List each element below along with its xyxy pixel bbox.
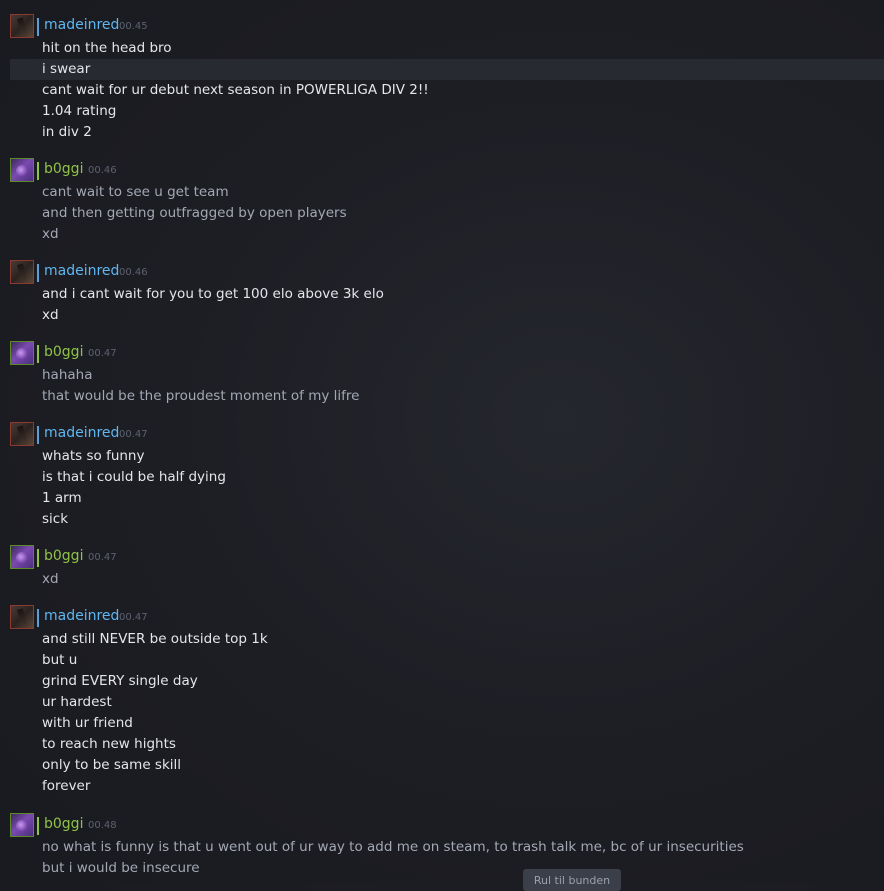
avatar[interactable]	[10, 422, 34, 446]
status-indicator	[37, 264, 39, 282]
message-timestamp: 00.47	[88, 552, 117, 563]
chat-message: 1 arm	[0, 488, 884, 509]
chat-message: whats so funny	[0, 446, 884, 467]
message-timestamp: 00.47	[119, 612, 148, 623]
message-text: in div 2	[42, 124, 92, 140]
sender-name[interactable]: b0ggi	[44, 815, 83, 833]
sender-name[interactable]: madeinred	[44, 262, 119, 280]
sender-name[interactable]: b0ggi	[44, 547, 83, 565]
message-timestamp: 00.46	[119, 267, 148, 278]
message-text: i swear	[42, 61, 91, 77]
chat-message: ur hardest	[0, 692, 884, 713]
message-text: only to be same skill	[42, 757, 182, 773]
message-text: forever	[42, 778, 91, 794]
message-text: and then getting outfragged by open play…	[42, 205, 347, 221]
sender-name[interactable]: madeinred	[44, 607, 119, 625]
chat-message: and then getting outfragged by open play…	[0, 203, 884, 224]
status-indicator	[37, 426, 39, 444]
chat-message: to reach new hights	[0, 734, 884, 755]
chat-message: but i would be insecure	[0, 858, 884, 879]
message-timestamp: 00.47	[88, 348, 117, 359]
sender-name[interactable]: madeinred	[44, 16, 119, 34]
message-text: and i cant wait for you to get 100 elo a…	[42, 286, 384, 302]
scroll-to-bottom-button[interactable]: Rul til bunden	[523, 869, 621, 891]
chat-message: that would be the proudest moment of my …	[0, 386, 884, 407]
chat-message: with ur friend	[0, 713, 884, 734]
chat-message: forever	[0, 776, 884, 797]
message-text: that would be the proudest moment of my …	[42, 388, 360, 404]
message-text: xd	[42, 571, 59, 587]
message-text: xd	[42, 226, 59, 242]
chat-message: and i cant wait for you to get 100 elo a…	[0, 284, 884, 305]
chat-message: xd	[0, 224, 884, 245]
chat-message: xd	[0, 569, 884, 590]
chat-message: sick	[0, 509, 884, 530]
message-text: grind EVERY single day	[42, 673, 198, 689]
message-text: is that i could be half dying	[42, 469, 226, 485]
message-text: cant wait for ur debut next season in PO…	[42, 82, 429, 98]
chat-message: hit on the head bro	[0, 38, 884, 59]
sender-name[interactable]: madeinred	[44, 424, 119, 442]
message-text: ur hardest	[42, 694, 112, 710]
chat-message: in div 2	[0, 122, 884, 143]
message-text: and still NEVER be outside top 1k	[42, 631, 268, 647]
chat-message: and still NEVER be outside top 1k	[0, 629, 884, 650]
avatar[interactable]	[10, 605, 34, 629]
message-text: xd	[42, 307, 59, 323]
message-text: with ur friend	[42, 715, 133, 731]
sender-name[interactable]: b0ggi	[44, 343, 83, 361]
status-indicator	[37, 817, 39, 835]
status-indicator	[37, 549, 39, 567]
chat-message: cant wait for ur debut next season in PO…	[0, 80, 884, 101]
chat-message: xd	[0, 305, 884, 326]
status-indicator	[37, 162, 39, 180]
sender-name[interactable]: b0ggi	[44, 160, 83, 178]
avatar[interactable]	[10, 813, 34, 837]
chat-message: no what is funny is that u went out of u…	[0, 837, 884, 858]
chat-message: only to be same skill	[0, 755, 884, 776]
message-text: to reach new hights	[42, 736, 176, 752]
status-indicator	[37, 345, 39, 363]
message-text: sick	[42, 511, 69, 527]
chat-message: is that i could be half dying	[0, 467, 884, 488]
message-timestamp: 00.48	[88, 820, 117, 831]
message-text: hit on the head bro	[42, 40, 172, 56]
chat-message: but u	[0, 650, 884, 671]
chat-message: i swear	[10, 59, 884, 80]
message-text: cant wait to see u get team	[42, 184, 229, 200]
message-text: 1 arm	[42, 490, 82, 506]
chat-message: hahaha	[0, 365, 884, 386]
avatar[interactable]	[10, 158, 34, 182]
avatar[interactable]	[10, 341, 34, 365]
avatar[interactable]	[10, 14, 34, 38]
chat-message: cant wait to see u get team	[0, 182, 884, 203]
message-text: 1.04 rating	[42, 103, 117, 119]
message-text: but u	[42, 652, 78, 668]
message-timestamp: 00.45	[119, 21, 148, 32]
message-text: no what is funny is that u went out of u…	[42, 839, 744, 855]
status-indicator	[37, 18, 39, 36]
status-indicator	[37, 609, 39, 627]
avatar[interactable]	[10, 260, 34, 284]
chat-message: 1.04 rating	[0, 101, 884, 122]
message-text: but i would be insecure	[42, 860, 200, 876]
avatar[interactable]	[10, 545, 34, 569]
message-timestamp: 00.46	[88, 165, 117, 176]
chat-message: grind EVERY single day	[0, 671, 884, 692]
message-text: whats so funny	[42, 448, 145, 464]
message-timestamp: 00.47	[119, 429, 148, 440]
message-text: hahaha	[42, 367, 93, 383]
